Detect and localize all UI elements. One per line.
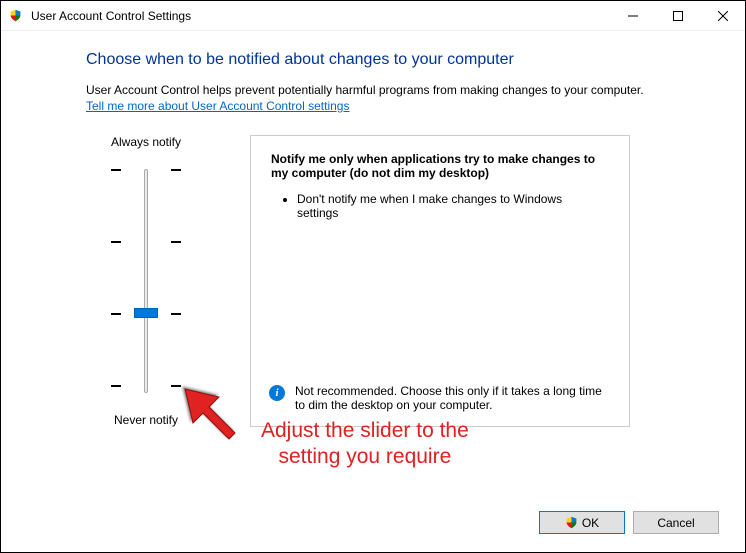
close-button[interactable]: [700, 1, 745, 30]
titlebar: User Account Control Settings: [1, 1, 745, 31]
page-heading: Choose when to be notified about changes…: [86, 51, 715, 69]
shield-icon: [565, 516, 578, 529]
slider-thumb[interactable]: [134, 308, 158, 318]
cancel-button[interactable]: Cancel: [633, 511, 719, 534]
description-text: User Account Control helps prevent poten…: [86, 83, 715, 97]
notification-slider[interactable]: [111, 161, 181, 401]
slider-bottom-label: Never notify: [86, 413, 206, 427]
info-icon: i: [269, 385, 285, 401]
minimize-button[interactable]: [610, 1, 655, 30]
window-title: User Account Control Settings: [31, 9, 191, 23]
button-row: OK Cancel: [539, 511, 719, 534]
window-controls: [610, 1, 745, 30]
help-link[interactable]: Tell me more about User Account Control …: [86, 99, 349, 113]
info-panel: Notify me only when applications try to …: [250, 135, 630, 427]
slider-column: Always notify Never notify: [86, 135, 206, 427]
shield-icon: [9, 9, 23, 23]
info-title: Notify me only when applications try to …: [271, 152, 609, 180]
info-bullet: Don't notify me when I make changes to W…: [297, 192, 609, 220]
maximize-button[interactable]: [655, 1, 700, 30]
slider-top-label: Always notify: [86, 135, 206, 149]
content-area: Choose when to be notified about changes…: [1, 31, 745, 427]
ok-button[interactable]: OK: [539, 511, 625, 534]
recommendation-text: Not recommended. Choose this only if it …: [295, 384, 611, 412]
